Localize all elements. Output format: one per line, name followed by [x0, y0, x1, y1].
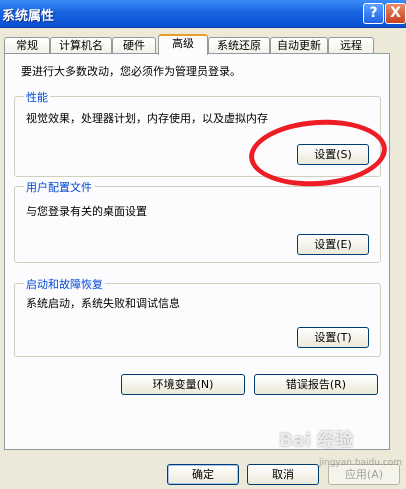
user-profiles-description: 与您登录有关的桌面设置: [26, 205, 147, 218]
environment-variables-button[interactable]: 环境变量(N): [121, 374, 245, 395]
startup-recovery-settings-button[interactable]: 设置(T): [297, 327, 369, 348]
tab-automatic-updates[interactable]: 自动更新: [270, 37, 328, 54]
tab-hardware[interactable]: 硬件: [112, 37, 156, 54]
close-icon: X: [390, 5, 401, 21]
tab-strip: 常规 计算机名 硬件 高级 系统还原 自动更新 远程: [0, 34, 406, 55]
user-profiles-group-label: 用户配置文件: [24, 179, 94, 195]
tab-system-restore[interactable]: 系统还原: [208, 37, 270, 54]
admin-notice: 要进行大多数改动，您必须作为管理员登录。: [21, 65, 241, 78]
help-icon: ?: [369, 5, 378, 21]
performance-group-label: 性能: [24, 89, 50, 105]
user-profiles-settings-button[interactable]: 设置(E): [297, 234, 369, 255]
close-button[interactable]: X: [385, 3, 406, 24]
error-reporting-button[interactable]: 错误报告(R): [254, 374, 378, 395]
cancel-button[interactable]: 取消: [247, 464, 319, 485]
startup-recovery-group-label: 启动和故障恢复: [24, 276, 105, 292]
baidu-watermark: Bai 经验: [279, 430, 354, 451]
baidu-watermark-url: jingyan.baidu.com: [319, 458, 403, 468]
performance-description: 视觉效果，处理器计划，内存使用，以及虚拟内存: [26, 112, 268, 125]
tab-advanced[interactable]: 高级: [158, 34, 208, 55]
title-bar: 系统属性 ? X: [0, 0, 406, 28]
startup-recovery-description: 系统启动，系统失败和调试信息: [26, 297, 180, 310]
tab-general[interactable]: 常规: [4, 37, 50, 54]
tab-computer-name[interactable]: 计算机名: [50, 37, 112, 54]
window-title: 系统属性: [2, 9, 55, 24]
tab-remote[interactable]: 远程: [328, 37, 374, 54]
ok-button[interactable]: 确定: [167, 464, 239, 485]
help-button[interactable]: ?: [363, 3, 384, 24]
